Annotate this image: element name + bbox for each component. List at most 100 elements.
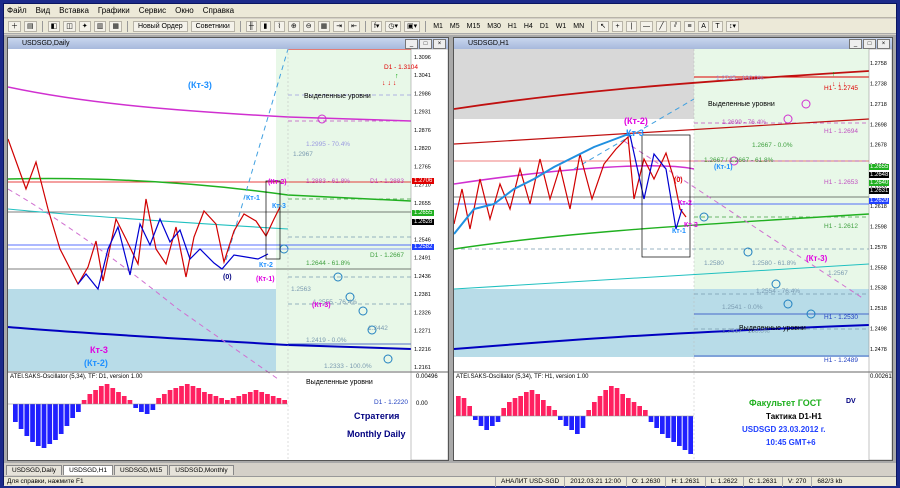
cursor-icon[interactable]: ↖ <box>597 20 610 32</box>
oscillator-bar <box>631 402 637 416</box>
timeframe-d1[interactable]: D1 <box>538 23 551 30</box>
price-tick: 1.2618 <box>870 204 887 210</box>
menu-file[interactable]: Файл <box>7 6 27 15</box>
oscillator-bar <box>660 416 665 434</box>
profiles-icon[interactable]: ▤ <box>24 20 37 32</box>
zoom-out-icon[interactable]: ⊖ <box>302 20 315 32</box>
price-badge: 1.2629 <box>869 198 890 204</box>
menu-charts[interactable]: Графики <box>98 6 130 15</box>
chart-window-daily[interactable]: USDSGD,Daily _ □ × 1.3096 1.3041 1.2986 … <box>7 37 449 461</box>
menu-tools[interactable]: Сервис <box>139 6 166 15</box>
oscillator-bar <box>213 396 219 404</box>
oscillator-bar <box>76 404 81 412</box>
indicators-icon[interactable]: f▾ <box>370 20 383 32</box>
price-badge: 1.2655 <box>869 164 890 170</box>
trendline-icon[interactable]: ╱ <box>656 20 668 32</box>
maximize-icon[interactable]: □ <box>419 39 432 49</box>
timeframe-m5[interactable]: M5 <box>448 23 462 30</box>
menu-view[interactable]: Вид <box>36 6 50 15</box>
data-window-icon[interactable]: ◫ <box>63 20 76 32</box>
oscillator-bar <box>563 416 569 426</box>
oscillator-bar <box>184 384 190 404</box>
oscillator-bar <box>495 416 501 422</box>
oscillator-bar <box>121 396 127 404</box>
market-watch-icon[interactable]: ◧ <box>47 20 61 32</box>
candle-chart-icon[interactable]: ▮ <box>259 20 271 32</box>
minimize-icon[interactable]: _ <box>849 39 862 49</box>
oscillator-bar <box>614 388 620 416</box>
timeframe-w1[interactable]: W1 <box>554 23 569 30</box>
chart-shift-icon[interactable]: ⇤ <box>348 20 360 32</box>
zoom-in-icon[interactable]: ⊕ <box>287 20 300 32</box>
crosshair-icon[interactable]: + <box>612 20 624 32</box>
line-chart-icon[interactable]: ⌇ <box>273 20 285 32</box>
new-order-button[interactable]: Новый Ордер <box>133 20 188 32</box>
wave-label: Кт-3 <box>90 345 108 355</box>
oscillator-bar <box>219 398 224 404</box>
level-label: 1.2563 <box>291 286 311 293</box>
vertical-line-icon[interactable]: | <box>626 20 638 32</box>
menu-insert[interactable]: Вставка <box>59 6 89 15</box>
price-tick: 1.2758 <box>870 61 887 67</box>
wave-label: Кт-2 <box>678 200 692 207</box>
oscillator-bar <box>41 404 47 448</box>
timeframe-m30[interactable]: M30 <box>485 23 503 30</box>
level-label: H1 - 1.2530 <box>824 314 858 321</box>
oscillator-bar <box>265 394 270 404</box>
timeframe-mn[interactable]: MN <box>571 23 586 30</box>
timeframe-h4[interactable]: H4 <box>522 23 535 30</box>
status-profile[interactable]: АНАЛИТ USD-SGD <box>495 476 564 487</box>
menu-help[interactable]: Справка <box>203 6 234 15</box>
menu-bar: Файл Вид Вставка Графики Сервис Окно Спр… <box>4 4 896 18</box>
channel-icon[interactable]: ⫽ <box>670 20 682 32</box>
templates-icon[interactable]: ▣▾ <box>404 20 421 32</box>
text-icon[interactable]: A <box>698 20 710 32</box>
horizontal-line-icon[interactable]: — <box>640 20 654 32</box>
tile-icon[interactable]: ▦ <box>317 20 331 32</box>
close-icon[interactable]: × <box>433 39 446 49</box>
oscillator-bar <box>592 402 597 416</box>
menu-window[interactable]: Окно <box>175 6 194 15</box>
oscillator-bar <box>161 394 167 404</box>
terminal-icon[interactable]: ▥ <box>93 20 107 32</box>
arrows-icon[interactable]: ↕▾ <box>726 20 740 32</box>
price-tick: 1.2678 <box>870 143 887 149</box>
close-icon[interactable]: × <box>877 39 890 49</box>
oscillator-bar <box>524 392 529 416</box>
oscillator-bar <box>230 398 236 404</box>
price-tick: 1.2436 <box>414 274 431 280</box>
timeframe-m15[interactable]: M15 <box>465 23 483 30</box>
maximize-icon[interactable]: □ <box>863 39 876 49</box>
oscillator-bar <box>270 396 276 404</box>
tab-daily[interactable]: USDSGD,Daily <box>6 465 63 475</box>
price-badge: 1.2628 <box>412 219 435 225</box>
price-tick: 1.2161 <box>414 365 431 371</box>
bar-chart-icon[interactable]: ╫ <box>245 20 257 32</box>
timeframe-m1[interactable]: M1 <box>431 23 445 30</box>
fibonacci-icon[interactable]: ≡ <box>684 20 696 32</box>
oscillator-bar <box>202 392 207 404</box>
wave-label: Кт-3 <box>684 222 698 229</box>
minimize-icon[interactable]: _ <box>405 39 418 49</box>
autoscroll-icon[interactable]: ⇥ <box>333 20 346 32</box>
chart-window-h1[interactable]: USDSGD,H1 _ □ × 1.2758 1.2738 1.2718 1.2… <box>453 37 893 461</box>
label-icon[interactable]: T <box>712 20 724 32</box>
oscillator-bar <box>473 416 478 420</box>
strategy-tester-icon[interactable]: ▦ <box>109 20 122 32</box>
oscillator-bar <box>643 410 648 416</box>
toolbar-divider <box>591 20 593 32</box>
tab-monthly[interactable]: USDSGD,Monthly <box>169 465 234 475</box>
timeframe-h1[interactable]: H1 <box>506 23 519 30</box>
oscillator-bar <box>93 390 98 404</box>
sell-arrows-icon: ↓ ↓ ↓ <box>382 80 397 87</box>
oscillator-bar <box>609 386 614 416</box>
tab-m15[interactable]: USDSGD,M15 <box>114 465 169 475</box>
navigator-icon[interactable]: ✦ <box>78 20 91 32</box>
wave-label: Кт-1 <box>672 228 686 235</box>
oscillator-bar <box>518 396 523 416</box>
oscillator-bar <box>133 404 139 408</box>
tab-h1[interactable]: USDSGD,H1 <box>63 465 113 475</box>
experts-button[interactable]: Советники <box>190 20 235 32</box>
new-chart-icon[interactable]: ＋ <box>8 20 21 32</box>
periods-icon[interactable]: ◷▾ <box>385 20 402 32</box>
